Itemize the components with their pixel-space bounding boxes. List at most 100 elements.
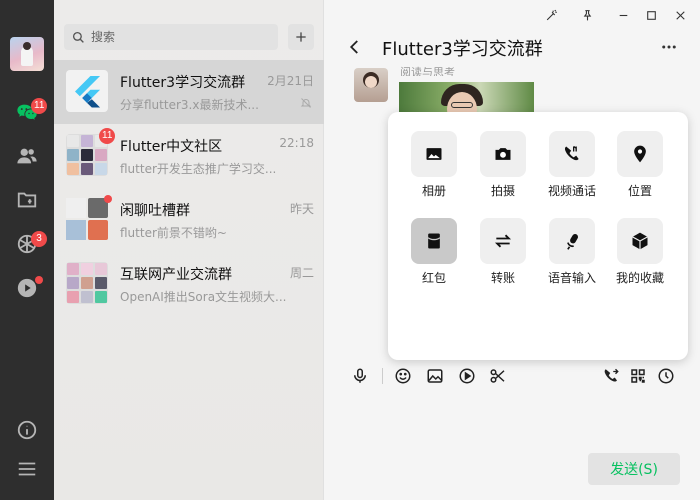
tool-video-call[interactable]: 视频通话 xyxy=(542,131,602,199)
rail-chat-badge: 11 xyxy=(31,98,48,114)
chat-time: 周二 xyxy=(289,266,314,280)
video-call-icon xyxy=(564,145,579,161)
rail-info[interactable] xyxy=(15,418,39,442)
chat-name: Flutter中文社区 xyxy=(120,139,223,155)
tool-favorites[interactable]: 我的收藏 xyxy=(610,218,670,286)
sender-avatar[interactable] xyxy=(354,68,388,102)
transfer-icon xyxy=(494,234,512,248)
maximize-button[interactable] xyxy=(642,6,660,24)
flutter-logo-thumb xyxy=(66,70,108,112)
phone-forward-icon xyxy=(604,368,619,382)
rail-contacts[interactable] xyxy=(15,144,39,168)
group-avatar-grid xyxy=(66,262,108,304)
tool-label: 相册 xyxy=(421,184,446,198)
magic-wand-button[interactable] xyxy=(542,6,560,24)
voice-button[interactable] xyxy=(350,366,370,386)
more-dots-icon[interactable] xyxy=(660,38,678,56)
scissors-icon xyxy=(490,369,505,383)
avatar-head xyxy=(23,42,31,50)
pin-icon xyxy=(583,9,591,20)
info-icon xyxy=(17,420,37,440)
chat-title: Flutter3学习交流群 xyxy=(382,39,543,60)
tool-label: 位置 xyxy=(627,184,652,198)
chat-preview: OpenAI推出Sora文生视频大... xyxy=(120,290,287,304)
chat-list-panel: Flutter3学习交流群 2月21日 分享flutter3.x最新技术... … xyxy=(54,0,324,500)
play-circle-icon xyxy=(459,368,475,384)
chat-preview: 分享flutter3.x最新技术... xyxy=(120,98,259,112)
menu-icon xyxy=(18,462,36,476)
location-icon xyxy=(634,145,646,163)
avatar-face xyxy=(365,76,377,88)
tool-label: 红包 xyxy=(421,271,446,285)
voice-call-button[interactable] xyxy=(601,366,621,386)
tool-red-packet[interactable]: 红包 xyxy=(404,218,464,286)
rail-menu[interactable] xyxy=(15,457,39,481)
voice-input-icon xyxy=(567,233,578,250)
chat-row-internet[interactable]: 互联网产业交流群 周二 OpenAI推出Sora文生视频大... xyxy=(54,252,324,316)
chat-preview: flutter前景不错哟~ xyxy=(120,226,227,240)
tool-voice-input[interactable]: 语音输入 xyxy=(542,218,602,286)
magic-wand-icon xyxy=(546,9,557,20)
left-rail: 11 3 xyxy=(0,0,54,500)
minimize-button[interactable] xyxy=(614,6,632,24)
sender-name: 阅读与思考 xyxy=(400,66,455,76)
video-button[interactable] xyxy=(457,366,477,386)
image-button[interactable] xyxy=(425,366,445,386)
folder-icon xyxy=(17,192,37,208)
chat-row-xianliao[interactable]: 闲聊吐槽群 昨天 flutter前景不错哟~ xyxy=(54,188,324,252)
photo-icon xyxy=(426,148,442,160)
maximize-icon xyxy=(646,10,656,20)
tool-label: 拍摄 xyxy=(490,184,515,198)
microphone-icon xyxy=(354,368,366,383)
photo-glasses xyxy=(451,102,473,108)
plus-icon xyxy=(296,32,306,42)
mini-program-button[interactable] xyxy=(628,366,648,386)
chat-unread-badge: 11 xyxy=(99,128,116,144)
toolbar-divider xyxy=(382,368,383,384)
chat-time: 22:18 xyxy=(279,136,314,150)
rail-video-channel-dot xyxy=(35,276,43,284)
camera-icon xyxy=(495,148,511,160)
tool-label: 视频通话 xyxy=(547,184,596,198)
more-tools-panel: 相册 拍摄 视频通话 位置 红包 转账 语音输入 我的收藏 xyxy=(388,112,688,360)
favorites-icon xyxy=(632,232,648,250)
contacts-icon xyxy=(17,148,37,164)
search-input[interactable] xyxy=(91,30,271,44)
group-avatar-grid xyxy=(66,198,108,240)
user-avatar[interactable] xyxy=(10,37,44,71)
image-icon xyxy=(427,369,443,383)
chat-preview: flutter开发生态推广学习交... xyxy=(120,162,277,176)
chat-name: 互联网产业交流群 xyxy=(120,267,232,283)
minimize-icon xyxy=(619,14,627,16)
clock-icon xyxy=(658,368,674,384)
flutter-logo-icon xyxy=(75,76,101,108)
tool-location[interactable]: 位置 xyxy=(610,131,670,199)
close-button[interactable] xyxy=(671,6,689,24)
add-button[interactable] xyxy=(288,24,314,50)
grid-apps-icon xyxy=(631,369,645,383)
tool-label: 语音输入 xyxy=(547,271,596,285)
back-arrow-icon[interactable] xyxy=(346,38,364,56)
chat-row-flutter3[interactable]: Flutter3学习交流群 2月21日 分享flutter3.x最新技术... xyxy=(54,60,324,124)
close-icon xyxy=(675,10,685,20)
search-icon xyxy=(72,31,84,43)
search-box[interactable] xyxy=(64,24,278,50)
chat-time: 2月21日 xyxy=(267,74,314,88)
send-button[interactable]: 发送(S) xyxy=(588,453,680,485)
emoji-button[interactable] xyxy=(393,366,413,386)
chat-row-flutter-cn[interactable]: 11 Flutter中文社区 22:18 flutter开发生态推广学习交... xyxy=(54,124,324,188)
tool-camera[interactable]: 拍摄 xyxy=(473,131,533,199)
tool-label: 我的收藏 xyxy=(615,271,664,285)
pin-button[interactable] xyxy=(578,6,596,24)
chat-name: Flutter3学习交流群 xyxy=(120,75,246,91)
chat-unread-dot xyxy=(104,195,112,203)
mute-bell-icon xyxy=(300,98,312,108)
rail-folder[interactable] xyxy=(15,188,39,212)
history-button[interactable] xyxy=(656,366,676,386)
tool-album[interactable]: 相册 xyxy=(404,131,464,199)
rail-moments-badge: 3 xyxy=(31,231,47,247)
chat-time: 昨天 xyxy=(289,202,314,216)
tool-label: 转账 xyxy=(490,271,515,285)
tool-transfer[interactable]: 转账 xyxy=(473,218,533,286)
screenshot-button[interactable] xyxy=(488,366,508,386)
